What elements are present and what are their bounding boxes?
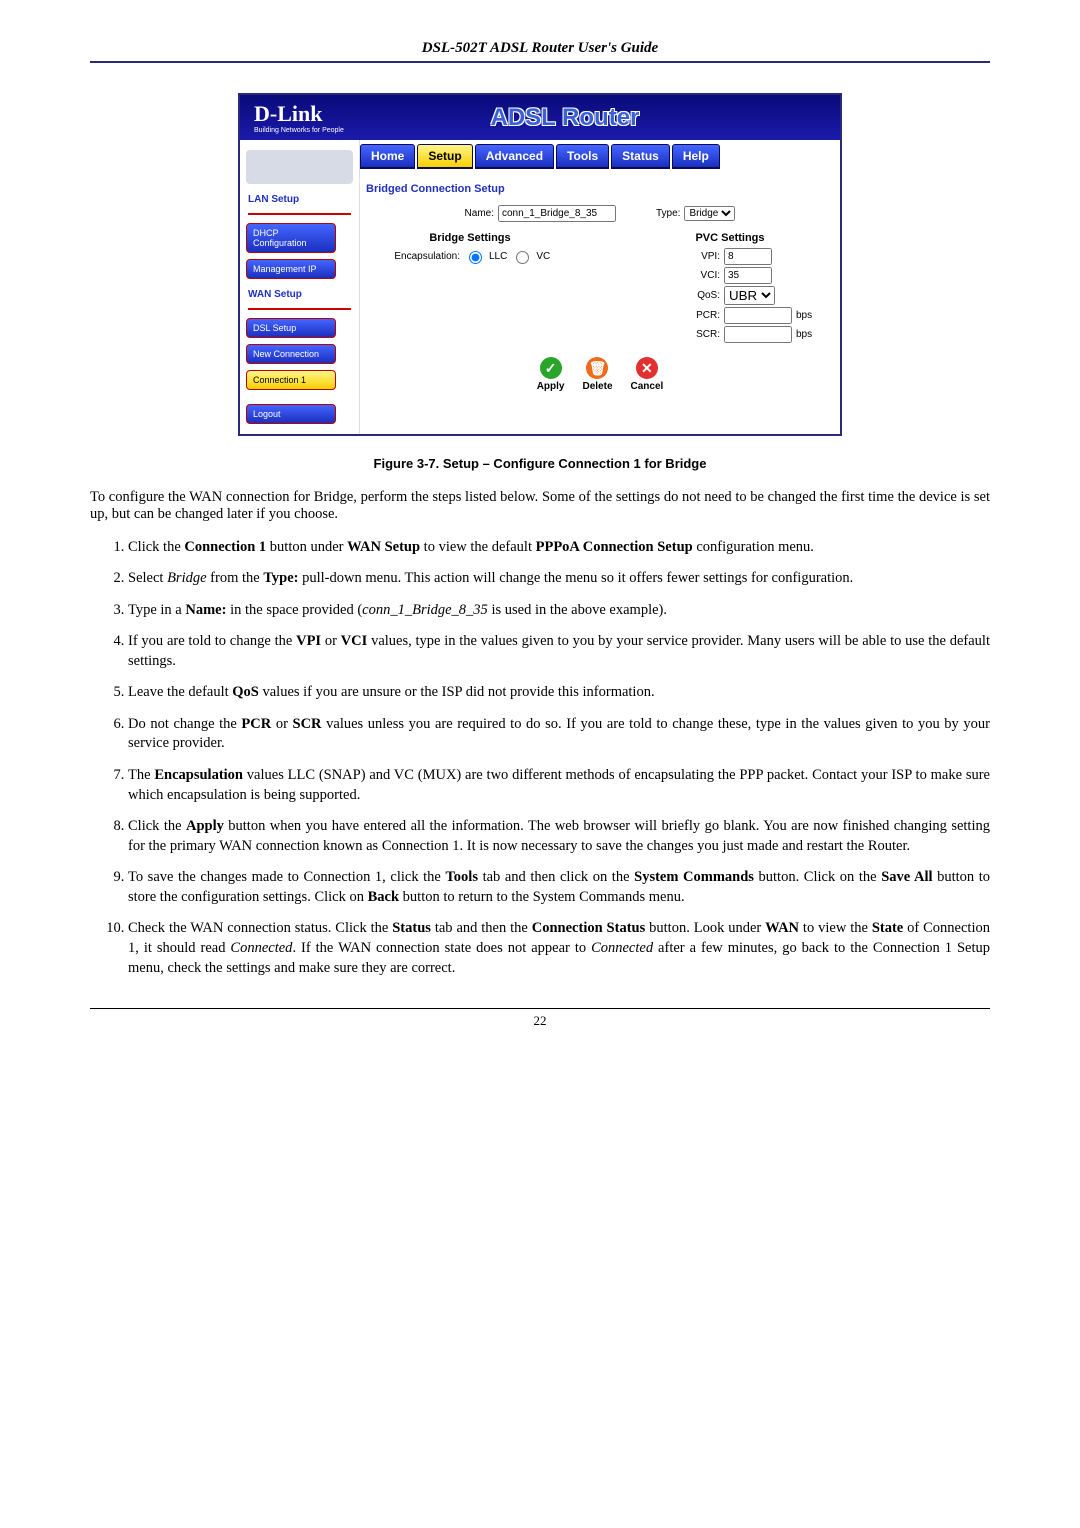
sidebar-item-dhcp[interactable]: DHCP Configuration [246,223,336,253]
vci-label: VCI: [630,270,720,281]
sidebar-divider [248,308,351,310]
vpi-label: VPI: [630,251,720,262]
trash-icon: 🗑 [586,357,608,379]
cancel-label: Cancel [631,381,664,392]
delete-button[interactable]: 🗑 Delete [582,357,612,392]
tab-setup[interactable]: Setup [417,144,472,169]
sidebar-item-dsl-setup[interactable]: DSL Setup [246,318,336,338]
pcr-unit: bps [796,310,812,321]
step-8: Click the Apply button when you have ent… [128,817,990,856]
sidebar-item-new-connection[interactable]: New Connection [246,344,336,364]
page-number: 22 [534,1013,547,1028]
tab-bar: Home Setup Advanced Tools Status Help [360,144,840,169]
pcr-input[interactable] [724,307,792,324]
vpi-input[interactable] [724,248,772,265]
tab-help[interactable]: Help [672,144,720,169]
main-panel: Home Setup Advanced Tools Status Help Br… [360,140,840,434]
step-5: Leave the default QoS values if you are … [128,683,990,703]
qos-select[interactable]: UBR [724,286,775,305]
sidebar-item-logout[interactable]: Logout [246,404,336,424]
router-screenshot: D-Link Building Networks for People ADSL… [238,93,842,436]
figure-caption: Figure 3-7. Setup – Configure Connection… [90,456,990,471]
bridge-settings: Bridge Settings Encapsulation: LLC VC [370,232,570,345]
scr-label: SCR: [630,329,720,340]
sidebar-item-management-ip[interactable]: Management IP [246,259,336,279]
step-10: Check the WAN connection status. Click t… [128,919,990,978]
encap-llc-radio[interactable] [469,251,482,264]
cancel-button[interactable]: ✕ Cancel [631,357,664,392]
apply-label: Apply [537,381,565,392]
step-6: Do not change the PCR or SCR values unle… [128,715,990,754]
bridge-heading: Bridge Settings [370,232,570,244]
name-label: Name: [465,208,494,219]
pvc-heading: PVC Settings [630,232,830,244]
router-image [246,150,353,184]
scr-unit: bps [796,329,812,340]
tab-status[interactable]: Status [611,144,670,169]
tab-advanced[interactable]: Advanced [475,144,554,169]
sidebar-divider [248,213,351,215]
step-2: Select Bridge from the Type: pull-down m… [128,569,990,589]
sidebar-heading-wan: WAN Setup [246,285,353,302]
intro-text: To configure the WAN connection for Brid… [90,489,990,523]
encap-vc-label: VC [536,251,550,262]
router-header: D-Link Building Networks for People ADSL… [240,95,840,140]
step-1: Click the Connection 1 button under WAN … [128,538,990,558]
close-icon: ✕ [636,357,658,379]
sidebar-heading-lan: LAN Setup [246,190,353,207]
logo-text: D-Link [254,101,322,126]
tab-home[interactable]: Home [360,144,415,169]
type-select[interactable]: Bridge [684,206,735,221]
tab-tools[interactable]: Tools [556,144,609,169]
name-input[interactable] [498,205,616,222]
vci-input[interactable] [724,267,772,284]
doc-header: DSL-502T ADSL Router User's Guide [90,40,990,63]
qos-label: QoS: [630,290,720,301]
product-title: ADSL Router [344,104,826,132]
encap-vc-radio[interactable] [516,251,529,264]
pvc-settings: PVC Settings VPI: VCI: QoS: UBR PCR: bps S… [630,232,830,345]
encap-label: Encapsulation: [370,251,460,262]
step-9: To save the changes made to Connection 1… [128,868,990,907]
encap-llc-label: LLC [489,251,507,262]
step-3: Type in a Name: in the space provided (c… [128,601,990,621]
scr-input[interactable] [724,326,792,343]
apply-button[interactable]: ✓ Apply [537,357,565,392]
dlink-logo: D-Link Building Networks for People [254,101,344,134]
delete-label: Delete [582,381,612,392]
step-4: If you are told to change the VPI or VCI… [128,632,990,671]
steps-list: Click the Connection 1 button under WAN … [90,538,990,979]
panel-title: Bridged Connection Setup [360,179,840,205]
logo-tagline: Building Networks for People [254,127,344,134]
action-bar: ✓ Apply 🗑 Delete ✕ Cancel [360,357,840,392]
pcr-label: PCR: [630,310,720,321]
page-footer: 22 [90,1008,990,1029]
type-label: Type: [656,208,680,219]
check-icon: ✓ [540,357,562,379]
sidebar: LAN Setup DHCP Configuration Management … [240,140,360,434]
sidebar-item-connection-1[interactable]: Connection 1 [246,370,336,390]
step-7: The Encapsulation values LLC (SNAP) and … [128,766,990,805]
